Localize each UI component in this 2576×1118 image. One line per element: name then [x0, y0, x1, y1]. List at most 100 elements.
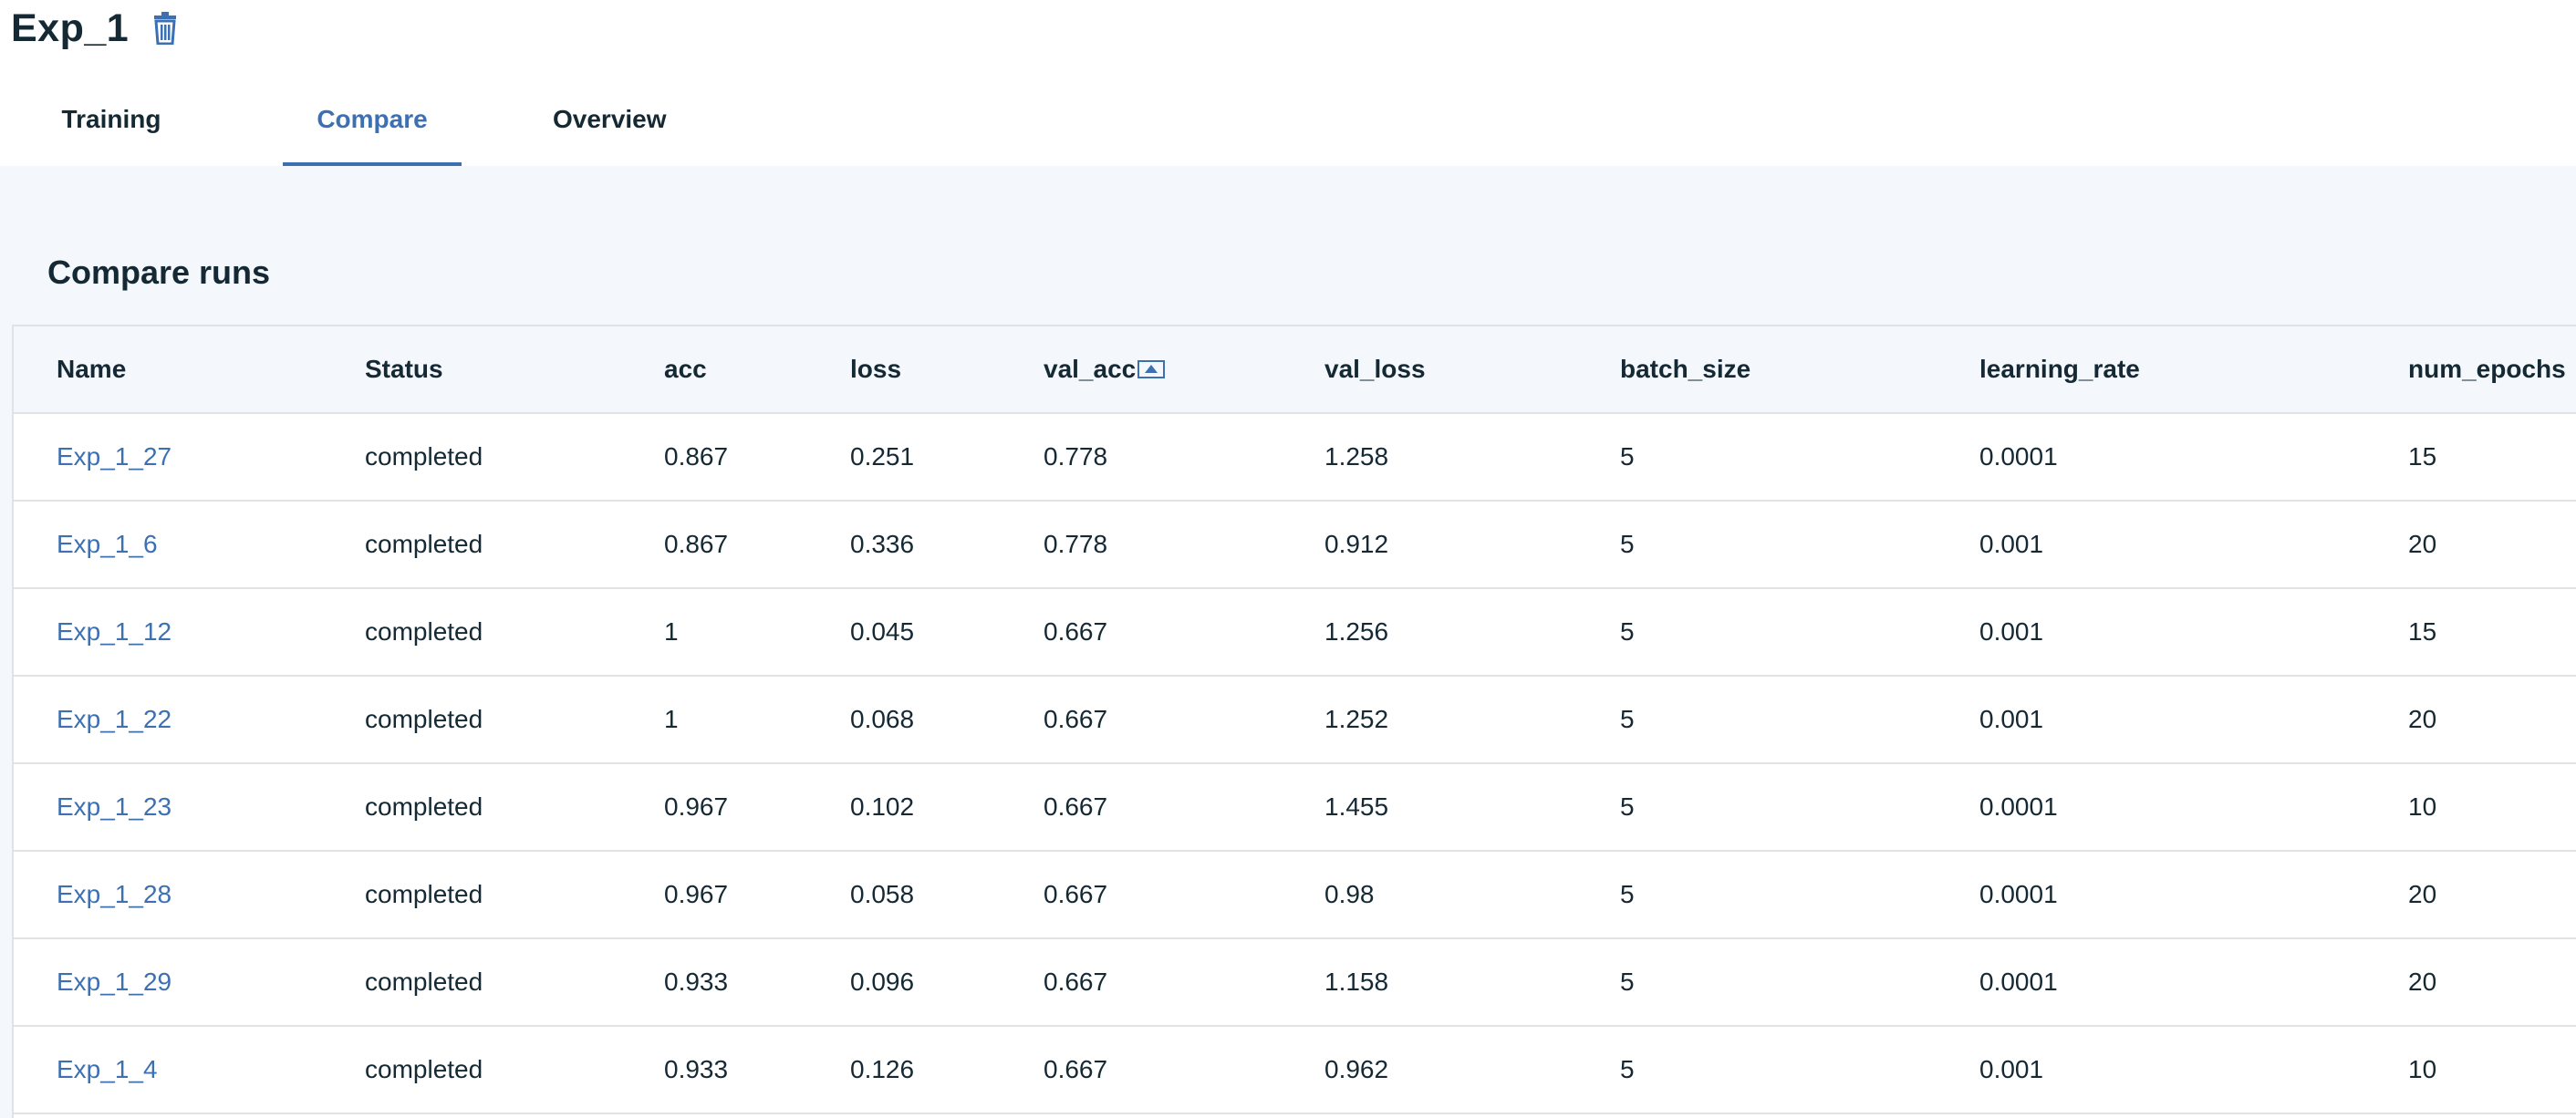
cell-val-loss: 0.962 — [1282, 1026, 1577, 1114]
column-header-batch-size[interactable]: batch_size — [1577, 326, 1937, 414]
run-name-link[interactable]: Exp_1_23 — [57, 792, 171, 821]
cell-loss: 0.336 — [807, 501, 1001, 589]
table-header-row: Name Status acc loss val_acc val_loss ba… — [14, 326, 2576, 414]
run-name-link[interactable]: Exp_1_28 — [57, 880, 171, 908]
cell-status: completed — [322, 588, 621, 677]
cell-loss: 0.045 — [807, 588, 1001, 677]
cell-loss: 0.126 — [807, 1026, 1001, 1114]
cell-val-loss: 1.256 — [1282, 588, 1577, 677]
page-header: Exp_1 Training Runs Compare Runs Overvie… — [0, 0, 2576, 197]
cell-status: completed — [322, 938, 621, 1027]
title-row: Exp_1 — [11, 2, 178, 55]
cell-learning-rate: 0.001 — [1937, 588, 2365, 677]
run-name-link[interactable]: Exp_1_22 — [57, 705, 171, 733]
cell-val-acc: 0.778 — [1001, 413, 1282, 502]
cell-learning-rate: 0.0001 — [1937, 763, 2365, 852]
cell-val-loss: 1.158 — [1282, 938, 1577, 1027]
column-header-name[interactable]: Name — [14, 326, 322, 414]
tab-training-runs[interactable]: Training Runs — [29, 88, 193, 197]
cell-num-epochs: 10 — [2365, 1026, 2576, 1114]
cell-batch-size: 5 — [1577, 501, 1937, 589]
experiment-title: Exp_1 — [11, 5, 130, 50]
cell-batch-size: 5 — [1577, 851, 1937, 939]
cell-num-epochs: 20 — [2365, 676, 2576, 764]
cell-acc: 0.967 — [621, 851, 807, 939]
cell-val-acc: 0.778 — [1001, 501, 1282, 589]
cell-val-loss: 0.98 — [1282, 851, 1577, 939]
column-header-num-epochs[interactable]: num_epochs — [2365, 326, 2576, 414]
column-header-val-loss[interactable]: val_loss — [1282, 326, 1577, 414]
cell-val-loss: 1.258 — [1282, 413, 1577, 502]
cell-learning-rate: 0.001 — [1937, 1026, 2365, 1114]
cell-val-loss: 1.455 — [1282, 763, 1577, 852]
cell-learning-rate: 0.0001 — [1937, 413, 2365, 502]
run-name-link[interactable]: Exp_1_29 — [57, 968, 171, 996]
cell-num-epochs: 15 — [2365, 588, 2576, 677]
cell-acc: 1 — [621, 588, 807, 677]
cell-num-epochs: 20 — [2365, 851, 2576, 939]
header-label: batch_size — [1620, 355, 1751, 383]
cell-status: completed — [322, 501, 621, 589]
column-header-status[interactable]: Status — [322, 326, 621, 414]
trash-icon[interactable] — [152, 12, 178, 46]
header-label: Name — [57, 355, 127, 383]
table-row: Exp_1_29 completed 0.933 0.096 0.667 1.1… — [14, 938, 2576, 1027]
compare-runs-table-container: Name Status acc loss val_acc val_loss ba… — [12, 325, 2576, 1118]
cell-learning-rate: 0.0001 — [1937, 851, 2365, 939]
header-label: Status — [365, 355, 443, 383]
header-cell-inner: val_acc — [1001, 355, 1282, 384]
cell-num-epochs: 20 — [2365, 938, 2576, 1027]
main-content: Compare runs Name Status acc loss val_ac… — [0, 166, 2576, 1118]
table-row: Exp_1_6 completed 0.867 0.336 0.778 0.91… — [14, 501, 2576, 589]
run-name-link[interactable]: Exp_1_4 — [57, 1055, 158, 1083]
cell-learning-rate: 0.001 — [1937, 501, 2365, 589]
column-header-val-acc[interactable]: val_acc — [1001, 326, 1282, 414]
header-label: loss — [850, 355, 902, 383]
cell-acc: 0.933 — [621, 938, 807, 1027]
cell-name: Exp_1_22 — [14, 676, 322, 764]
cell-name: Exp_1_4 — [14, 1026, 322, 1114]
cell-val-loss: 0.912 — [1282, 501, 1577, 589]
cell-batch-size: 5 — [1577, 588, 1937, 677]
cell-loss: 0.096 — [807, 938, 1001, 1027]
tab-label: Overview — [553, 105, 667, 133]
cell-batch-size: 5 — [1577, 413, 1937, 502]
cell-acc: 0.867 — [621, 413, 807, 502]
header-label: num_epochs — [2408, 355, 2566, 383]
cell-name: Exp_1_28 — [14, 851, 322, 939]
table-row: Exp_1_4 completed 0.933 0.126 0.667 0.96… — [14, 1026, 2576, 1114]
cell-val-acc: 0.667 — [1001, 676, 1282, 764]
cell-name: Exp_1_6 — [14, 501, 322, 589]
sort-ascending-icon[interactable] — [1137, 359, 1166, 378]
run-name-link[interactable]: Exp_1_6 — [57, 530, 158, 558]
cell-val-acc: 0.667 — [1001, 938, 1282, 1027]
cell-name: Exp_1_27 — [14, 413, 322, 502]
run-name-link[interactable]: Exp_1_27 — [57, 442, 171, 471]
cell-val-acc: 0.667 — [1001, 588, 1282, 677]
cell-batch-size: 5 — [1577, 763, 1937, 852]
header-label: learning_rate — [1979, 355, 2140, 383]
tab-compare-runs[interactable]: Compare Runs — [283, 88, 462, 197]
cell-num-epochs: 15 — [2365, 413, 2576, 502]
cell-status: completed — [322, 676, 621, 764]
table-row: Exp_1_12 completed 1 0.045 0.667 1.256 5… — [14, 588, 2576, 677]
cell-name: Exp_1_12 — [14, 588, 322, 677]
header-label: acc — [664, 355, 707, 383]
cell-status: completed — [322, 1026, 621, 1114]
tab-overview[interactable]: Overview — [553, 88, 667, 166]
cell-acc: 0.967 — [621, 763, 807, 852]
column-header-loss[interactable]: loss — [807, 326, 1001, 414]
run-name-link[interactable]: Exp_1_12 — [57, 617, 171, 646]
cell-loss: 0.102 — [807, 763, 1001, 852]
compare-runs-table: Name Status acc loss val_acc val_loss ba… — [14, 326, 2576, 1114]
cell-batch-size: 5 — [1577, 938, 1937, 1027]
header-label: val_acc — [1044, 355, 1137, 383]
table-row: Exp_1_23 completed 0.967 0.102 0.667 1.4… — [14, 763, 2576, 852]
header-label: val_loss — [1324, 355, 1426, 383]
column-header-acc[interactable]: acc — [621, 326, 807, 414]
cell-name: Exp_1_23 — [14, 763, 322, 852]
cell-acc: 1 — [621, 676, 807, 764]
cell-status: completed — [322, 763, 621, 852]
column-header-learning-rate[interactable]: learning_rate — [1937, 326, 2365, 414]
cell-num-epochs: 10 — [2365, 763, 2576, 852]
